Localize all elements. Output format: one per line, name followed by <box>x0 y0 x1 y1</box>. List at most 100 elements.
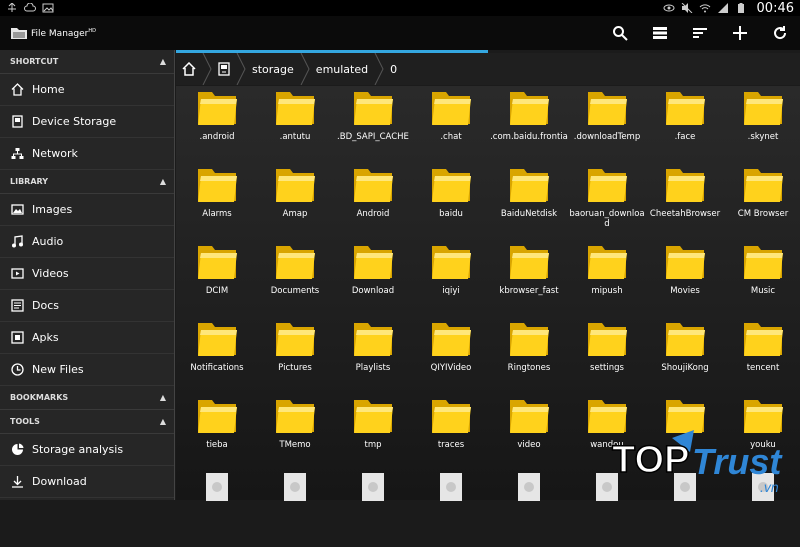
folder-item[interactable]: Notifications <box>178 317 256 393</box>
folder-item[interactable]: CM Browser <box>724 163 800 239</box>
folder-label: mipush <box>591 286 623 296</box>
folder-icon <box>510 92 549 125</box>
sidebar-item-home[interactable]: Home <box>0 74 174 106</box>
sort-button[interactable] <box>680 16 720 50</box>
folder-item[interactable]: Ringtones <box>490 317 568 393</box>
folder-item[interactable]: Android <box>334 163 412 239</box>
sidebar-item-download[interactable]: Download <box>0 466 174 498</box>
breadcrumb-separator-icon <box>300 53 310 85</box>
chevron-up-icon: ▲ <box>159 57 166 66</box>
folder-item[interactable]: video <box>490 394 568 470</box>
section-header-shortcut[interactable]: SHORTCUT ▲ <box>0 50 174 74</box>
folder-icon <box>354 323 393 356</box>
folder-item[interactable]: settings <box>568 317 646 393</box>
folder-item[interactable]: baoruan_download <box>568 163 646 239</box>
status-bar: 00:46 <box>0 0 800 16</box>
view-toggle-icon <box>653 27 667 39</box>
folder-label: TMemo <box>279 440 311 450</box>
breadcrumb-emulated[interactable]: emulated <box>310 53 374 85</box>
folder-item[interactable]: tieba <box>178 394 256 470</box>
folder-item[interactable]: Download <box>334 240 412 316</box>
breadcrumb-device[interactable] <box>212 53 236 85</box>
search-icon <box>613 26 628 41</box>
folder-label: DCIM <box>205 286 229 296</box>
folder-item[interactable]: Movies <box>646 240 724 316</box>
section-header-library[interactable]: LIBRARY ▲ <box>0 170 174 194</box>
breadcrumb-separator-icon <box>202 53 212 85</box>
folder-item[interactable]: DCIM <box>178 240 256 316</box>
folder-item[interactable]: .face <box>646 86 724 162</box>
folder-item[interactable]: traces <box>412 394 490 470</box>
app-logo[interactable]: File ManagerHD <box>10 26 96 40</box>
folder-icon <box>276 169 315 202</box>
folder-item[interactable]: .BD_SAPI_CACHE <box>334 86 412 162</box>
search-button[interactable] <box>600 16 640 50</box>
folder-label: Download <box>351 286 395 296</box>
folder-icon <box>198 323 237 356</box>
folder-item[interactable]: Documents <box>256 240 334 316</box>
images-icon <box>10 203 24 217</box>
folder-icon <box>276 323 315 356</box>
sidebar-item-apks[interactable]: Apks <box>0 322 174 354</box>
folder-item[interactable]: kbrowser_fast <box>490 240 568 316</box>
file-item[interactable] <box>490 471 568 547</box>
folder-icon <box>354 92 393 125</box>
folder-item[interactable]: .skynet <box>724 86 800 162</box>
section-header-bookmarks[interactable]: BOOKMARKS ▲ <box>0 386 174 410</box>
folder-icon <box>432 92 471 125</box>
section-header-tools[interactable]: TOOLS ▲ <box>0 410 174 434</box>
folder-item[interactable]: iqiyi <box>412 240 490 316</box>
view-toggle-button[interactable] <box>640 16 680 50</box>
sidebar-item-docs[interactable]: Docs <box>0 290 174 322</box>
breadcrumb-current[interactable]: 0 <box>384 53 403 85</box>
folder-item[interactable]: Pictures <box>256 317 334 393</box>
folder-item[interactable]: ShoujiKong <box>646 317 724 393</box>
add-button[interactable] <box>720 16 760 50</box>
eye-icon <box>663 4 675 12</box>
file-item[interactable] <box>256 471 334 547</box>
folder-item[interactable]: .chat <box>412 86 490 162</box>
breadcrumb-storage[interactable]: storage <box>246 53 300 85</box>
folder-item[interactable]: tencent <box>724 317 800 393</box>
file-item[interactable] <box>334 471 412 547</box>
apks-icon <box>10 331 24 345</box>
folder-item[interactable]: Alarms <box>178 163 256 239</box>
folder-item[interactable]: Music <box>724 240 800 316</box>
folder-item[interactable]: tmp <box>334 394 412 470</box>
folder-item[interactable]: .downloadTemp <box>568 86 646 162</box>
folder-item[interactable]: baidu <box>412 163 490 239</box>
sidebar-item-storage-analysis[interactable]: Storage analysis <box>0 434 174 466</box>
folder-label: Alarms <box>202 209 232 219</box>
folder-icon <box>276 246 315 279</box>
folder-item[interactable]: .antutu <box>256 86 334 162</box>
folder-label: .chat <box>440 132 462 142</box>
battery-icon <box>737 3 744 13</box>
folder-icon <box>588 92 627 125</box>
sidebar-item-network[interactable]: Network <box>0 138 174 170</box>
folder-item[interactable]: .android <box>178 86 256 162</box>
file-item[interactable] <box>178 471 256 547</box>
sidebar-item-new-files[interactable]: New Files <box>0 354 174 386</box>
folder-label: tencent <box>746 363 780 373</box>
sidebar-item-images[interactable]: Images <box>0 194 174 226</box>
folder-item[interactable]: .com.baidu.frontia <box>490 86 568 162</box>
folder-item[interactable]: TMemo <box>256 394 334 470</box>
folder-item[interactable]: BaiduNetdisk <box>490 163 568 239</box>
folder-item[interactable]: mipush <box>568 240 646 316</box>
folder-item[interactable]: CheetahBrowser <box>646 163 724 239</box>
folder-label: baoruan_download <box>569 209 645 229</box>
folder-item[interactable]: Playlists <box>334 317 412 393</box>
sidebar-item-videos[interactable]: Videos <box>0 258 174 290</box>
add-icon <box>733 26 747 40</box>
folder-label: video <box>517 440 541 450</box>
file-item[interactable] <box>412 471 490 547</box>
folder-icon <box>198 169 237 202</box>
breadcrumb-home[interactable] <box>176 53 202 85</box>
sidebar-item-audio[interactable]: Audio <box>0 226 174 258</box>
refresh-button[interactable] <box>760 16 800 50</box>
svg-text:Trust: Trust <box>692 441 783 482</box>
docs-icon <box>10 299 24 313</box>
folder-item[interactable]: QIYIVideo <box>412 317 490 393</box>
folder-item[interactable]: Amap <box>256 163 334 239</box>
sidebar-item-device-storage[interactable]: Device Storage <box>0 106 174 138</box>
